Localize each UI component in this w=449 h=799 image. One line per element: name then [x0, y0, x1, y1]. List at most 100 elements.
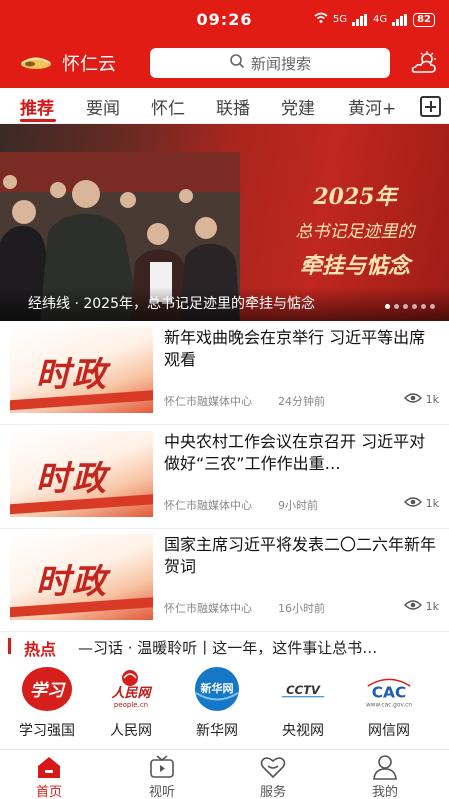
- home-icon: [35, 754, 63, 780]
- site-people[interactable]: 人民网 people.cn 人民网: [96, 666, 166, 740]
- news-thumbnail: 时政: [10, 327, 153, 413]
- heart-icon: [259, 754, 287, 780]
- cctv-logo-text: CCTV: [286, 683, 321, 697]
- hero-title: 2025年 总书记足迹里的 牵挂与惦念: [270, 179, 440, 280]
- news-source: 怀仁市融媒体中心: [164, 395, 252, 408]
- search-placeholder: 新闻搜索: [250, 54, 311, 73]
- xinhua-logo-text: 新华网: [201, 681, 234, 695]
- app-header: 怀仁云 新闻搜索: [0, 40, 449, 88]
- hero-title-line1: 2025年: [313, 184, 397, 210]
- eye-icon: [403, 599, 422, 614]
- xinhua-logo-icon: 新华网: [190, 666, 244, 712]
- status-icons: 5G 4G 82: [314, 12, 435, 27]
- cac-logo-text: CAC: [372, 684, 407, 702]
- xuexi-logo-text: 学习: [30, 681, 66, 701]
- weather-icon[interactable]: [409, 50, 439, 76]
- nav-services[interactable]: 服务: [238, 754, 308, 799]
- tab-headlines[interactable]: 要闻: [86, 94, 120, 119]
- wifi-icon: [314, 12, 328, 27]
- hero-title-line2: 总书记足迹里的: [295, 222, 415, 242]
- news-source: 怀仁市融媒体中心: [164, 602, 252, 615]
- news-time: 24分钟前: [278, 395, 325, 408]
- site-label: 央视网: [282, 723, 324, 739]
- people-logo-icon: 人民网 people.cn: [104, 666, 158, 712]
- nav-home[interactable]: 首页: [14, 754, 84, 799]
- nav-label: 服务: [259, 785, 286, 799]
- hot-marker: [8, 638, 11, 654]
- site-xuexi[interactable]: 学习 学习强国: [12, 666, 82, 740]
- active-tab-indicator: [20, 119, 56, 122]
- hot-label: 热点: [24, 640, 57, 659]
- signal-icon-2: [392, 13, 408, 26]
- channel-tabs: 推荐 要闻 怀仁 联播 党建 黄河+: [0, 88, 449, 124]
- app-brand-name: 怀仁云: [62, 54, 116, 75]
- tab-broadcast[interactable]: 联播: [216, 94, 250, 119]
- news-time: 16小时前: [278, 602, 325, 615]
- battery-indicator: 82: [413, 12, 435, 27]
- news-item[interactable]: 时政 国家主席习近平将发表二〇二六年新年贺词 怀仁市融媒体中心 16小时前 1k: [0, 528, 449, 632]
- nav-label: 视听: [148, 785, 175, 799]
- network-label-2: 4G: [372, 14, 388, 25]
- view-count: 1k: [425, 600, 439, 613]
- status-bar: 09:26 5G 4G 82: [0, 0, 449, 40]
- news-source: 怀仁市融媒体中心: [164, 499, 252, 512]
- search-icon: [229, 53, 245, 73]
- thumbnail-text: 时政: [36, 562, 108, 602]
- xuexi-logo-icon: 学习: [20, 666, 74, 712]
- cac-logo-icon: CAC www.cac.gov.cn: [362, 666, 416, 712]
- site-label: 新华网: [196, 723, 238, 739]
- top-bar: 09:26 5G 4G 82 怀仁云 新闻搜索: [0, 0, 449, 88]
- thumbnail-text: 时政: [36, 459, 108, 499]
- news-views: 1k: [403, 496, 439, 511]
- site-label: 学习强国: [19, 723, 75, 739]
- news-views: 1k: [403, 392, 439, 407]
- site-label: 网信网: [368, 723, 410, 739]
- cctv-logo-icon: CCTV: [276, 666, 330, 712]
- partner-sites: 学习 学习强国 人民网 people.cn 人民网 新华网 新华网 CCTV 央…: [0, 666, 449, 746]
- site-cctv[interactable]: CCTV 央视网: [268, 666, 338, 740]
- news-title: 新年戏曲晚会在京举行 习近平等出席观看: [164, 328, 426, 369]
- logo-icon: [18, 54, 54, 72]
- tab-yellow-river[interactable]: 黄河+: [348, 94, 396, 119]
- user-icon: [371, 754, 399, 780]
- tab-huairen[interactable]: 怀仁: [151, 94, 185, 119]
- site-xinhua[interactable]: 新华网 新华网: [182, 666, 252, 740]
- carousel-dot[interactable]: [394, 304, 399, 309]
- hot-text: —习话 · 温暖聆听丨这一年，这件事让总书…: [78, 639, 378, 657]
- view-count: 1k: [425, 497, 439, 510]
- people-logo-sub: people.cn: [114, 701, 148, 709]
- eye-icon: [403, 496, 422, 511]
- nav-mine[interactable]: 我的: [350, 754, 420, 799]
- carousel-dot[interactable]: [412, 304, 417, 309]
- news-views: 1k: [403, 599, 439, 614]
- news-title: 中央农村工作会议在京召开 习近平对做好“三农”工作作出重…: [164, 432, 426, 473]
- news-thumbnail: 时政: [10, 431, 153, 517]
- carousel-dot[interactable]: [421, 304, 426, 309]
- site-label: 人民网: [110, 723, 152, 739]
- tv-icon: [148, 754, 176, 780]
- carousel-dot[interactable]: [385, 304, 390, 309]
- news-title: 国家主席习近平将发表二〇二六年新年贺词: [164, 535, 437, 576]
- add-channel-icon[interactable]: [420, 96, 441, 117]
- thumbnail-text: 时政: [36, 355, 108, 395]
- news-item[interactable]: 时政 中央农村工作会议在京召开 习近平对做好“三农”工作作出重… 怀仁市融媒体中…: [0, 425, 449, 529]
- search-box[interactable]: 新闻搜索: [150, 48, 390, 78]
- site-cac[interactable]: CAC www.cac.gov.cn 网信网: [354, 666, 424, 740]
- bottom-nav: 首页 视听 服务 我的: [0, 749, 449, 799]
- app-logo: 怀仁云: [18, 50, 116, 76]
- nav-label: 我的: [371, 785, 398, 799]
- network-label-1: 5G: [332, 14, 347, 25]
- view-count: 1k: [425, 393, 439, 406]
- news-thumbnail: 时政: [10, 534, 153, 620]
- tab-recommend[interactable]: 推荐: [20, 94, 54, 119]
- carousel-dots: [385, 304, 435, 309]
- nav-media[interactable]: 视听: [127, 754, 197, 799]
- tab-party[interactable]: 党建: [281, 94, 315, 119]
- hero-banner[interactable]: 2025年 总书记足迹里的 牵挂与惦念 经纬线 · 2025年，总书记足迹里的牵…: [0, 124, 449, 321]
- news-item[interactable]: 时政 新年戏曲晚会在京举行 习近平等出席观看 怀仁市融媒体中心 24分钟前 1k: [0, 321, 449, 425]
- carousel-dot[interactable]: [403, 304, 408, 309]
- hot-ticker[interactable]: 热点 —习话 · 温暖聆听丨这一年，这件事让总书…: [0, 632, 449, 662]
- carousel-dot[interactable]: [430, 304, 435, 309]
- eye-icon: [403, 392, 422, 407]
- news-time: 9小时前: [278, 499, 318, 512]
